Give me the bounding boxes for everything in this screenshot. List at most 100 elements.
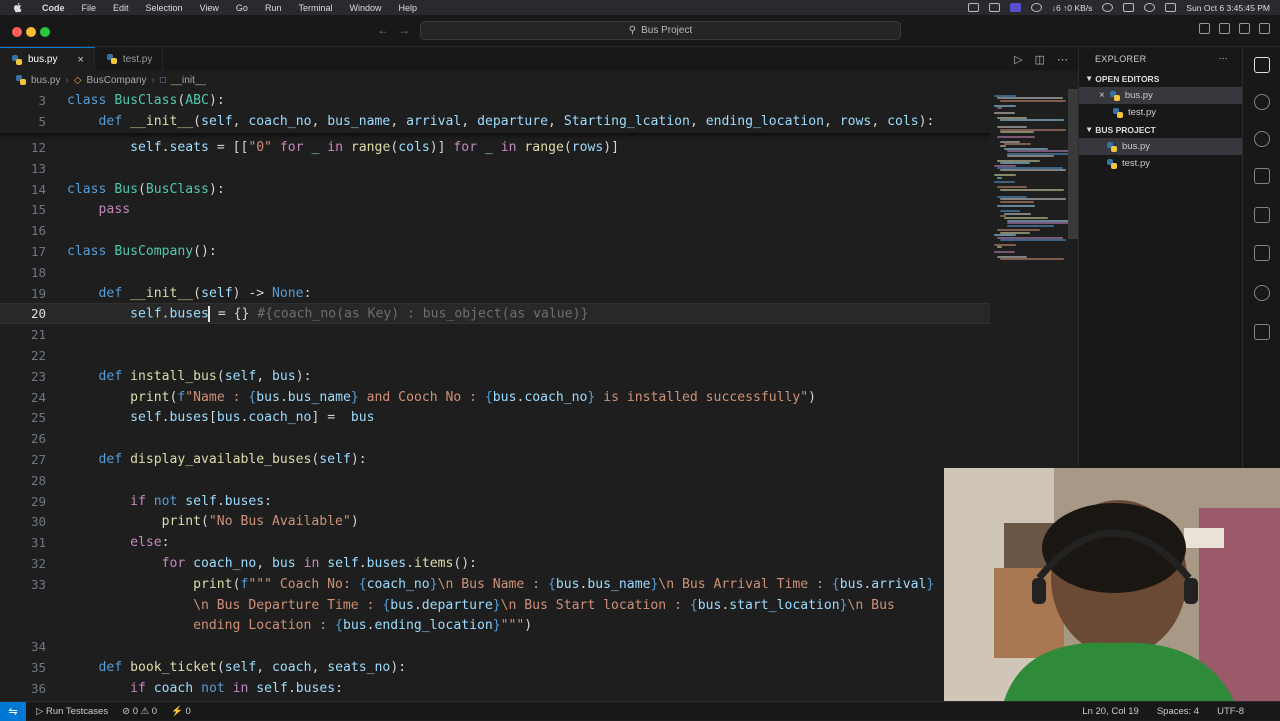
close-window-button[interactable] [12,27,22,37]
sticky-scroll-header[interactable]: 3 class BusClass(ABC): 5 def __init__(self… [0,89,990,133]
code-line[interactable]: 12 self.seats = [["0" for _ in range(col… [0,137,990,158]
project-name: Bus Project [641,25,693,36]
minimap-line [1000,162,1031,165]
code-line[interactable]: 18 [0,262,990,283]
code-line[interactable]: 34 [0,636,990,657]
maximize-window-button[interactable] [40,27,50,37]
editor-scrollbar[interactable] [1068,89,1078,239]
code-line[interactable]: 19 def __init__(self) -> None: [0,283,990,304]
code-line[interactable]: 13 [0,158,990,179]
control-center-icon[interactable] [1165,3,1177,12]
customize-layout-icon[interactable] [1259,23,1270,34]
toggle-sidebar-icon[interactable] [1199,23,1210,34]
run-debug-icon[interactable] [1254,168,1270,184]
code-line[interactable]: 36 if coach not in self.buses: [0,678,990,699]
code-line[interactable]: 35 def book_ticket(self, coach, seats_no… [0,657,990,678]
code-line[interactable]: 28 [0,470,990,491]
code-line[interactable]: 22 [0,345,990,366]
toggle-secondary-sidebar-icon[interactable] [1239,23,1250,34]
close-icon[interactable]: × [1099,90,1105,101]
code-line[interactable]: 26 [0,428,990,449]
app-tray-icon[interactable] [1009,3,1021,12]
code-line[interactable]: 20 self.buses = {} #{coach_no(as Key) : … [0,303,990,325]
code-line[interactable]: 24 print(f"Name : {bus.bus_name} and Coo… [0,387,990,408]
menu-help[interactable]: Help [398,3,417,13]
command-center-search[interactable]: ⚲ Bus Project [420,21,901,40]
project-section[interactable]: ▾ BUS PROJECT [1079,121,1242,138]
code-line[interactable]: 31 else: [0,532,990,553]
menu-terminal[interactable]: Terminal [298,3,332,13]
code-line[interactable]: 21 [0,324,990,345]
headphones-icon[interactable] [1102,3,1114,12]
code-editor[interactable]: 3 class BusClass(ABC): 5 def __init__(self… [0,89,990,701]
more-actions-icon[interactable]: ⋯ [1219,53,1228,64]
search-icon[interactable] [1254,94,1270,110]
wifi-icon[interactable] [1144,3,1156,12]
testing-icon[interactable] [1254,245,1270,261]
breadcrumb-class[interactable]: BusCompany [87,75,147,86]
split-editor-icon[interactable]: ◫ [1035,53,1045,66]
cursor-position[interactable]: Ln 20, Col 19 [1082,706,1139,717]
menu-app-name[interactable]: Code [42,3,65,13]
project-file-bus-py[interactable]: bus.py [1079,138,1242,155]
more-actions-icon[interactable]: ⋯ [1057,53,1068,66]
breadcrumb-method[interactable]: __init__ [171,75,206,86]
menu-file[interactable]: File [82,3,97,13]
minimize-window-button[interactable] [26,27,36,37]
open-editor-test-py[interactable]: test.py [1079,104,1242,121]
line-code: print("No Bus Available") [161,514,359,530]
menu-run[interactable]: Run [265,3,282,13]
menu-go[interactable]: Go [236,3,248,13]
input-source-icon[interactable] [1123,3,1135,12]
extensions-icon[interactable] [1254,207,1270,223]
screen-record-icon[interactable] [988,3,1000,12]
chat-icon[interactable] [1254,324,1270,340]
code-line[interactable]: 30 print("No Bus Available") [0,511,990,532]
code-line[interactable]: 3 class BusClass(ABC): [0,90,990,111]
back-arrow-icon[interactable]: ← [377,23,389,37]
code-line[interactable]: \n Bus Departure Time : {bus.departure}\… [0,595,990,616]
menu-window[interactable]: Window [349,3,381,13]
status-tray-icon[interactable] [967,3,979,12]
remote-icon[interactable]: ⇋ [0,701,26,721]
code-line[interactable]: 14 class Bus(BusClass): [0,179,990,200]
ports-indicator[interactable]: ⚡ 0 [171,706,191,717]
run-testcases-button[interactable]: ▷ Run Testcases [36,706,108,717]
code-line[interactable]: 25 self.buses[bus.coach_no] = bus [0,407,990,428]
encoding[interactable]: UTF-8 [1217,706,1244,717]
python-env-icon[interactable] [1254,285,1270,301]
code-line[interactable]: 27 def display_available_buses(self): [0,449,990,470]
open-editor-bus-py[interactable]: × bus.py [1079,87,1242,104]
code-line[interactable]: 15 pass [0,199,990,220]
indentation[interactable]: Spaces: 4 [1157,706,1199,717]
forward-arrow-icon[interactable]: → [398,23,410,37]
line-number: 5 [38,114,46,129]
line-code: else: [130,535,170,551]
code-line[interactable]: 16 [0,220,990,241]
problems-indicator[interactable]: ⊘ 0 ⚠ 0 [122,706,157,717]
explorer-icon[interactable] [1254,57,1270,73]
source-control-icon[interactable] [1254,131,1270,147]
code-line[interactable]: 33 print(f""" Coach No: {coach_no}\n Bus… [0,574,990,595]
tab-test-py[interactable]: test.py [95,47,164,71]
menu-view[interactable]: View [200,3,219,13]
code-line[interactable]: 29 if not self.buses: [0,491,990,512]
menu-selection[interactable]: Selection [146,3,183,13]
apple-icon[interactable] [12,2,24,14]
browser-icon[interactable] [1030,3,1042,12]
minimap-line [1003,212,1032,215]
menu-edit[interactable]: Edit [113,3,129,13]
project-file-test-py[interactable]: test.py [1079,155,1242,172]
code-line[interactable]: ending Location : {bus.ending_location}"… [0,615,990,636]
open-editors-section[interactable]: ▾ OPEN EDITORS [1079,70,1242,87]
code-line[interactable]: 5 def __init__(self, coach_no, bus_name,… [0,111,990,132]
code-line[interactable]: 17 class BusCompany(): [0,241,990,262]
line-code: print(f"Name : {bus.bus_name} and Cooch … [130,389,817,405]
code-line[interactable]: 23 def install_bus(self, bus): [0,366,990,387]
close-tab-icon[interactable]: × [77,54,83,66]
toggle-panel-icon[interactable] [1219,23,1230,34]
code-line[interactable]: 32 for coach_no, bus in self.buses.items… [0,553,990,574]
breadcrumb-file[interactable]: bus.py [31,75,60,86]
tab-bus-py[interactable]: bus.py × [0,47,95,71]
run-python-icon[interactable]: ▷ [1014,53,1022,66]
